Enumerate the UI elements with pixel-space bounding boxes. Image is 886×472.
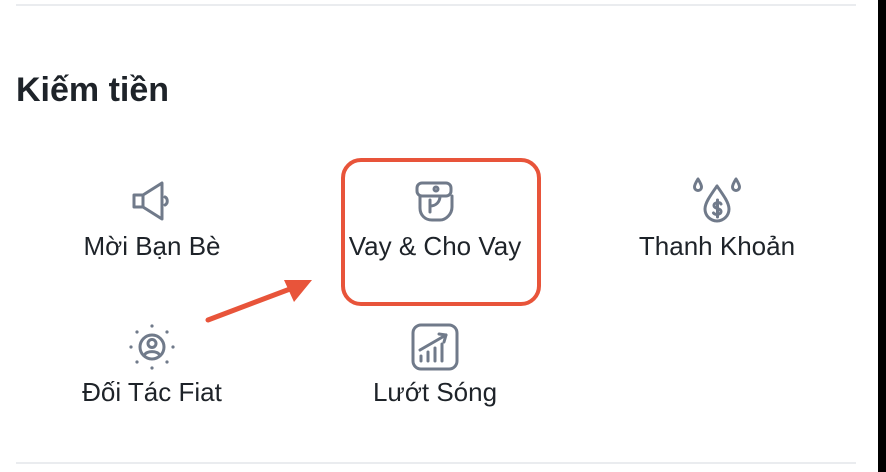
tile-label: Đối Tác Fiat bbox=[82, 377, 222, 407]
liquidity-drops-icon bbox=[692, 176, 742, 226]
partner-user-icon bbox=[127, 322, 177, 372]
annotation-arrow bbox=[200, 262, 320, 332]
tile-liquidity[interactable]: Thanh Khoản bbox=[607, 176, 827, 286]
bottom-divider bbox=[16, 462, 856, 464]
tile-label: Mời Bạn Bè bbox=[83, 231, 221, 261]
tile-label: Thanh Khoản bbox=[638, 231, 796, 261]
tile-fiat-partner[interactable]: Đối Tác Fiat bbox=[42, 322, 262, 432]
megaphone-icon bbox=[127, 176, 177, 226]
highlight-box-annotation bbox=[341, 158, 541, 306]
tile-trend-trading[interactable]: Lướt Sóng bbox=[325, 322, 545, 432]
window-edge bbox=[878, 0, 886, 472]
chart-growth-icon bbox=[410, 322, 460, 372]
tile-label: Lướt Sóng bbox=[372, 377, 498, 407]
section-title: Kiếm tiền bbox=[16, 71, 170, 109]
top-divider bbox=[16, 4, 856, 6]
